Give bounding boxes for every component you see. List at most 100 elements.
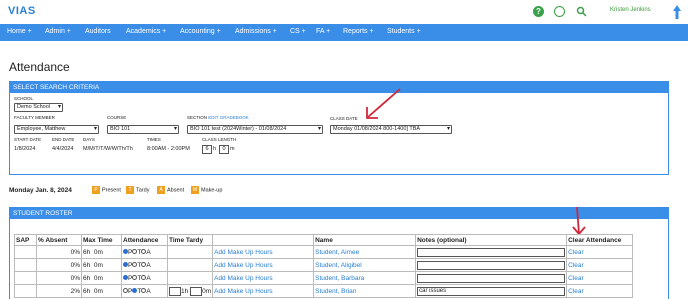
user-name[interactable]: Kristen Jenkins [610, 7, 651, 13]
edit-gradebook-link[interactable]: EDIT GRADEBOOK [208, 115, 248, 120]
nav-admin[interactable]: Admin + [45, 28, 71, 35]
clear-attendance-link[interactable]: Clear [566, 271, 634, 285]
col-attendance: Attendance [121, 234, 168, 246]
add-makeup-hours-link[interactable]: Add Make Up Hours [212, 258, 315, 272]
student-name-link[interactable]: Student, Aligibel [313, 258, 417, 272]
course-select[interactable]: BIO 101 [107, 125, 179, 134]
notes-cell [415, 258, 568, 272]
nav-reports[interactable]: Reports + [343, 28, 374, 35]
percent-absent-cell: 0% [36, 245, 82, 259]
clear-attendance-link[interactable]: Clear [566, 284, 634, 298]
time-tardy-cell [166, 271, 214, 285]
faculty-label: FACULTY MEMBER [14, 115, 55, 120]
percent-absent-cell: 0% [36, 258, 82, 272]
sap-cell [14, 258, 37, 272]
attendance-cell: PTA [121, 245, 168, 259]
globe-icon[interactable] [554, 6, 565, 17]
nav-cs[interactable]: CS + [290, 28, 306, 35]
legend-absent-box: A [157, 186, 165, 194]
faculty-select[interactable]: Employee, Matthew [14, 125, 99, 134]
roster-table: SAP % Absent Max Time Attendance Time Ta… [14, 234, 634, 298]
nav-accounting[interactable]: Accounting + [180, 28, 221, 35]
notes-cell [415, 271, 568, 285]
legend-absent: A Absent [157, 186, 184, 194]
percent-absent-cell: 0% [36, 271, 82, 285]
col-notes: Notes (optional) [415, 234, 568, 246]
sap-cell [14, 245, 37, 259]
help-icon[interactable]: ? [533, 6, 544, 17]
add-makeup-hours-link[interactable]: Add Make Up Hours [212, 284, 315, 298]
legend-present-box: P [92, 186, 100, 194]
search-icon[interactable] [576, 6, 587, 17]
class-length-label: CLASS LENGTH [202, 137, 237, 142]
notes-input[interactable] [417, 273, 566, 283]
tardy-hours-unit: h [184, 287, 189, 295]
nav-students[interactable]: Students + [387, 28, 421, 35]
clear-attendance-link[interactable]: Clear [566, 258, 634, 272]
main-nav: Home + Admin + Auditors Academics + Acco… [0, 24, 688, 41]
add-makeup-hours-link[interactable]: Add Make Up Hours [212, 245, 315, 259]
school-select[interactable]: Demo School [14, 103, 63, 112]
max-time-cell: 6h 0m [81, 258, 122, 272]
attendance-letter: A [146, 274, 151, 282]
time-tardy-cell [166, 245, 214, 259]
annotation-arrow-clear [572, 206, 586, 236]
user-avatar-icon[interactable] [672, 4, 682, 20]
legend-present: P Present [92, 186, 121, 194]
nav-home[interactable]: Home + [7, 28, 32, 35]
annotation-arrow-class-date [366, 88, 401, 119]
legend-makeup-box: M [191, 186, 199, 194]
legend-tardy: T Tardy [126, 186, 149, 194]
col-time-tardy: Time Tardy [166, 234, 214, 246]
times-label: TIMES [147, 137, 161, 142]
notes-input[interactable] [417, 260, 566, 270]
start-date-value: 1/8/2024 [14, 146, 36, 152]
table-row: 2% 6h 0m P T A 1h 0m Add Make Up Hours Student,… [14, 284, 634, 298]
student-name-link[interactable]: Student, Aimee [313, 245, 417, 259]
class-length-hours-unit: h [213, 146, 217, 152]
roster-header-row: SAP % Absent Max Time Attendance Time Ta… [14, 234, 634, 246]
nav-academics[interactable]: Academics + [126, 28, 166, 35]
attendance-letter: A [146, 287, 151, 295]
table-row: 0% 6h 0m P T A Add Make Up Hours Student, Aime… [14, 245, 634, 259]
days-value: M/M/T/T/W/W/Th/Th [83, 146, 133, 152]
selected-date: Monday Jan. 8, 2024 [9, 187, 72, 194]
tardy-minutes-input[interactable] [190, 286, 203, 296]
nav-admissions[interactable]: Admissions + [235, 28, 277, 35]
col-percent-absent: % Absent [36, 234, 82, 246]
start-date-label: START DATE [14, 137, 42, 142]
table-row: 0% 6h 0m P T A Add Make Up Hours Student, Barb… [14, 271, 634, 285]
page-title: Attendance [9, 60, 70, 74]
top-bar: VIAS ? Kristen Jenkins [0, 0, 688, 24]
notes-input[interactable]: car issues [417, 286, 566, 296]
section-select[interactable]: BIO 101 test (2024Winter) - 01/08/2024 [187, 125, 323, 134]
search-criteria-header: SELECT SEARCH CRITERIA [10, 82, 668, 93]
col-max-time: Max Time [81, 234, 122, 246]
student-name-link[interactable]: Student, Barbara [313, 271, 417, 285]
app-logo: VIAS [8, 5, 36, 17]
add-makeup-hours-link[interactable]: Add Make Up Hours [212, 271, 315, 285]
class-length-minutes-input[interactable]: 0 [219, 145, 229, 154]
notes-input[interactable] [417, 247, 566, 257]
course-label: COURSE [107, 115, 127, 120]
nav-fa[interactable]: FA + [316, 28, 330, 35]
class-length-hours-input[interactable]: 6 [202, 145, 212, 154]
max-time-cell: 6h 0m [81, 245, 122, 259]
attendance-cell: PTA [121, 271, 168, 285]
sap-cell [14, 271, 37, 285]
legend-tardy-box: T [126, 186, 134, 194]
clear-attendance-link[interactable]: Clear [566, 245, 634, 259]
max-time-cell: 6h 0m [81, 284, 122, 298]
times-value: 8:00AM - 2:00PM [147, 146, 190, 152]
class-date-select[interactable]: Monday 01/08/2024 800-1400] TBA [330, 125, 452, 134]
nav-auditors[interactable]: Auditors [85, 28, 111, 35]
tardy-hours-input[interactable] [169, 286, 181, 296]
tardy-minutes-unit: m [205, 287, 212, 295]
attendance-cell: PTA [121, 284, 168, 298]
attendance-cell: PTA [121, 258, 168, 272]
attendance-letter: A [146, 248, 151, 256]
sap-cell [14, 284, 37, 298]
student-name-link[interactable]: Student, Brian [313, 284, 417, 298]
col-name: Name [313, 234, 417, 246]
class-length-minutes-unit: m [230, 146, 235, 152]
